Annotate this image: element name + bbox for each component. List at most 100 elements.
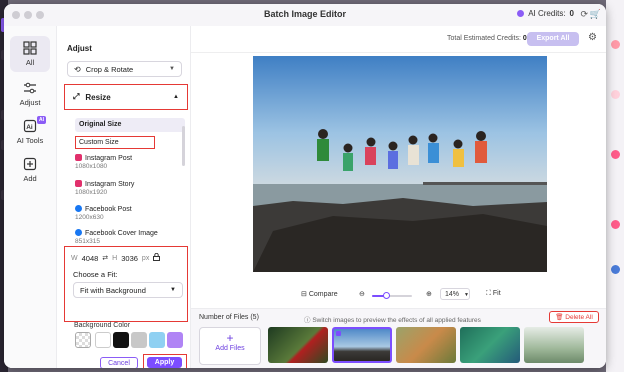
fit-control[interactable]: ⛶ Fit <box>486 290 501 298</box>
zoom-in-icon[interactable]: ⊕ <box>426 290 432 298</box>
preset-label: Custom Size <box>79 139 119 146</box>
add-files-button[interactable]: + Add Files <box>199 327 261 365</box>
resize-section-header[interactable]: ⤢ Resize ▲ <box>64 84 188 110</box>
nav-item-all[interactable]: All <box>10 36 50 72</box>
swatch-gray[interactable] <box>131 332 147 348</box>
image-preview <box>253 56 547 272</box>
zoom-out-icon[interactable]: ⊖ <box>359 290 365 298</box>
delete-all-button[interactable]: 🗑 Delete All <box>549 311 599 323</box>
preset-label: Instagram Story <box>85 181 135 188</box>
height-input[interactable]: 3036 <box>121 254 138 263</box>
instagram-icon <box>75 180 82 187</box>
compare-icon: ⊟ <box>301 291 307 298</box>
window-title: Batch Image Editor <box>263 9 346 19</box>
preset-facebook-cover[interactable]: Facebook Cover Image 851x315 <box>75 229 185 245</box>
export-all-button[interactable]: Export All <box>527 32 579 46</box>
nav-item-ai-tools[interactable]: AI Ai AI Tools <box>10 114 50 150</box>
preset-dimensions: 1080x1920 <box>75 189 108 196</box>
zoom-bar: ⊟ Compare ⊖ ⊕ 14% ▼ ⛶ Fit <box>191 288 606 304</box>
file-thumbnail-selected[interactable] <box>332 327 392 363</box>
file-thumbnail[interactable] <box>268 327 328 363</box>
sliders-icon <box>23 81 37 95</box>
resize-label: Resize <box>85 92 111 102</box>
credits-gem-icon <box>517 10 525 17</box>
width-prefix: W <box>71 254 78 262</box>
batch-image-editor-window: Batch Image Editor AI Credits: 0 ⟳ 🛒 All… <box>4 4 606 368</box>
preview-hint-text: Switch images to preview the effects of … <box>312 317 481 324</box>
chevron-up-icon: ▲ <box>173 94 179 100</box>
compare-control[interactable]: ⊟ Compare <box>301 290 338 298</box>
swatch-transparent[interactable] <box>75 332 91 348</box>
size-and-fit-box: W 4048 ⇄ H 3036 px Choose a Fit: Fit wit… <box>64 246 188 322</box>
zoom-slider[interactable] <box>372 292 412 299</box>
cancel-button[interactable]: Cancel <box>100 357 138 368</box>
svg-text:Ai: Ai <box>26 124 33 131</box>
swatch-light-blue[interactable] <box>149 332 165 348</box>
crop-rotate-dropdown[interactable]: ⟲ Crop & Rotate ▼ <box>67 61 182 77</box>
preset-label: Facebook Cover Image <box>85 230 158 237</box>
crop-icon: ⟲ <box>74 64 81 74</box>
ai-credits: AI Credits: 0 <box>517 9 574 18</box>
file-thumbnail[interactable] <box>460 327 520 363</box>
preset-dimensions: 851x315 <box>75 238 100 245</box>
file-thumbnail[interactable] <box>524 327 584 363</box>
preset-instagram-story[interactable]: Instagram Story 1080x1920 <box>75 180 185 196</box>
height-prefix: H <box>112 254 118 262</box>
grid-icon <box>23 41 37 55</box>
refresh-icon[interactable]: ⟳ <box>580 9 588 20</box>
apply-highlight: Apply <box>143 354 187 368</box>
add-files-label: Add Files <box>215 345 245 352</box>
cart-icon[interactable]: 🛒 <box>590 9 601 20</box>
settings-icon[interactable]: ⚙ <box>588 32 597 43</box>
files-count-label: Number of Files (5) <box>199 314 259 321</box>
trash-icon: 🗑 <box>555 314 564 321</box>
width-input[interactable]: 4048 <box>82 254 99 263</box>
ai-badge: AI <box>37 116 46 124</box>
apply-button[interactable]: Apply <box>147 357 182 368</box>
crop-rotate-label: Crop & Rotate <box>85 64 134 74</box>
panel-title: Adjust <box>67 44 92 53</box>
zoom-level-select[interactable]: 14% ▼ <box>440 288 470 300</box>
preset-dimensions: 1080x1080 <box>75 163 108 170</box>
estimated-credits-label: Total Estimated Credits: <box>447 35 521 42</box>
swatch-black[interactable] <box>113 332 129 348</box>
preset-original-size[interactable]: Original Size <box>75 118 185 132</box>
fit-icon: ⛶ <box>486 290 491 297</box>
lock-icon[interactable] <box>153 252 161 263</box>
facebook-icon <box>75 205 82 212</box>
credits-value: 0 <box>569 9 574 18</box>
main-preview-area: Total Estimated Credits: 0 Export All ⚙ <box>191 26 606 368</box>
preset-label: Instagram Post <box>85 155 133 162</box>
preset-facebook-post[interactable]: Facebook Post 1200x630 <box>75 205 185 221</box>
fit-dropdown[interactable]: Fit with Background ▼ <box>73 282 183 298</box>
zoom-level-value: 14% <box>445 291 460 298</box>
swatch-gradient[interactable] <box>167 332 183 348</box>
nav-label-all: All <box>25 58 35 67</box>
zoom-slider-knob[interactable] <box>382 292 390 299</box>
preset-instagram-post[interactable]: Instagram Post 1080x1080 <box>75 154 185 170</box>
nav-item-add[interactable]: Add <box>10 152 50 188</box>
chevron-down-icon: ▼ <box>170 287 176 293</box>
fit-value: Fit with Background <box>80 285 146 295</box>
preset-dimensions: 1200x630 <box>75 214 104 221</box>
swap-icon[interactable]: ⇄ <box>102 254 108 262</box>
preset-label: Facebook Post <box>85 206 132 213</box>
background-color-label: Background Color <box>74 322 131 329</box>
preset-custom-size[interactable]: Custom Size <box>75 136 155 149</box>
preset-list-scrollbar[interactable] <box>182 126 185 166</box>
main-toolbar: Total Estimated Credits: 0 Export All ⚙ <box>191 26 606 53</box>
tool-nav: All Adjust AI Ai AI Tools Add <box>4 26 57 368</box>
unit-label: px <box>141 254 150 262</box>
adjust-panel: Adjust ⟲ Crop & Rotate ▼ ⤢ Resize ▲ Orig… <box>57 26 191 368</box>
preview-photo <box>253 56 547 272</box>
nav-label-ai-tools: AI Tools <box>16 136 44 145</box>
info-icon: ⓘ <box>304 317 311 324</box>
fit-label: Fit <box>492 290 501 297</box>
file-strip: Number of Files (5) ⓘ Switch images to p… <box>191 308 606 368</box>
file-thumbnail[interactable] <box>396 327 456 363</box>
fit-label: Choose a Fit: <box>73 270 118 279</box>
swatch-white[interactable] <box>95 332 111 348</box>
nav-item-adjust[interactable]: Adjust <box>10 76 50 112</box>
nav-label-add: Add <box>23 174 37 183</box>
dimensions-row: W 4048 ⇄ H 3036 px <box>71 252 161 263</box>
